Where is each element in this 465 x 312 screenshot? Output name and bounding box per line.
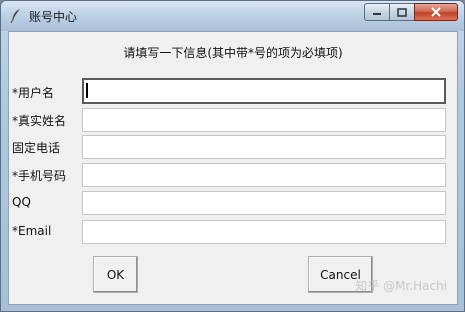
maximize-button[interactable] (389, 3, 415, 21)
email-field[interactable] (82, 220, 446, 244)
dialog-body: 请填写一下信息(其中带*号的项为必填项) *用户名 *真实姓名 固定电话 *手机… (8, 31, 458, 305)
dialog-window: 账号中心 请填写一下信息(其中带*号的项为必填项) *用户名 *真实姓名 固定电… (0, 0, 465, 312)
window-title: 账号中心 (29, 10, 78, 24)
qq-label: QQ (12, 195, 31, 209)
email-label: *Email (12, 224, 52, 238)
landline-label: 固定电话 (12, 141, 61, 155)
qq-field[interactable] (82, 191, 446, 215)
username-label: *用户名 (12, 86, 55, 100)
username-field[interactable] (82, 78, 446, 104)
ok-button[interactable]: OK (93, 256, 138, 293)
watermark-text: 知乎 @Mr.Hachi (355, 279, 447, 293)
text-caret (86, 83, 88, 98)
close-icon (431, 7, 441, 17)
close-button[interactable] (414, 3, 458, 21)
window-controls (364, 3, 458, 21)
feather-icon (10, 9, 20, 24)
mobile-field[interactable] (82, 163, 446, 187)
landline-field[interactable] (82, 135, 446, 159)
title-bar[interactable]: 账号中心 (1, 1, 464, 31)
mobile-label: *手机号码 (12, 169, 67, 183)
minimize-icon (373, 13, 381, 15)
form-instructions: 请填写一下信息(其中带*号的项为必填项) (123, 46, 343, 60)
minimize-button[interactable] (364, 3, 390, 21)
maximize-icon (397, 7, 407, 17)
realname-label: *真实姓名 (12, 114, 67, 128)
realname-field[interactable] (82, 108, 446, 132)
